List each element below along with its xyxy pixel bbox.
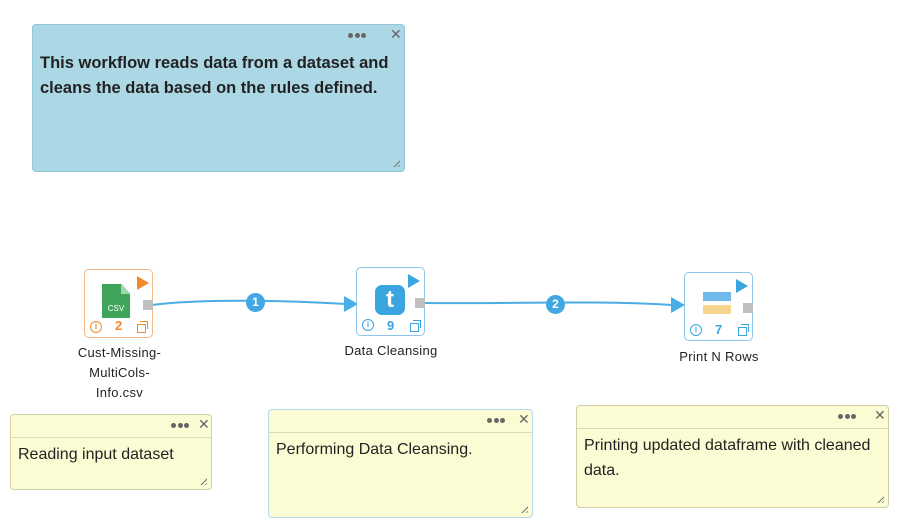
node-count: 9 <box>387 318 395 333</box>
print-rows-icon <box>703 292 731 316</box>
run-icon[interactable] <box>137 276 149 290</box>
csv-file-icon: CSV <box>102 284 130 318</box>
node-label-data-cleansing: Data Cleansing <box>344 343 438 358</box>
edge-2-arrowhead <box>671 297 685 313</box>
info-icon[interactable]: i <box>362 319 374 331</box>
more-options-icon[interactable] <box>838 414 856 420</box>
close-icon[interactable]: ✕ <box>198 417 210 433</box>
output-port[interactable] <box>743 303 753 313</box>
note-text: Performing Data Cleansing. <box>276 441 473 458</box>
resize-handle-icon[interactable] <box>875 494 884 503</box>
copy-icon[interactable] <box>137 321 148 333</box>
note-header: ✕ <box>11 415 211 438</box>
more-options-icon[interactable] <box>487 418 505 424</box>
info-icon[interactable]: i <box>90 321 102 333</box>
node-csv-reader[interactable]: CSV i 2 <box>84 269 153 338</box>
transform-icon-letter: t <box>386 286 394 313</box>
note-header: ✕ <box>269 410 532 433</box>
edge-badge-1[interactable]: 1 <box>246 293 265 312</box>
note-data-cleansing[interactable]: ✕ Performing Data Cleansing. <box>268 409 533 518</box>
close-icon[interactable]: ✕ <box>874 408 886 424</box>
note-reading-input[interactable]: ✕ Reading input dataset <box>10 414 212 490</box>
info-icon[interactable]: i <box>690 324 702 336</box>
node-label-csv-reader: Cust-Missing-MultiCols-Info.csv <box>77 345 162 400</box>
output-port[interactable] <box>143 300 153 310</box>
resize-handle-icon[interactable] <box>198 476 207 485</box>
print-rows-bottom-bar <box>703 305 731 314</box>
run-icon[interactable] <box>736 279 748 293</box>
edge-badge-2[interactable]: 2 <box>546 295 565 314</box>
note-header: ✕ <box>577 406 888 429</box>
copy-icon[interactable] <box>738 324 749 336</box>
node-count: 7 <box>715 322 723 337</box>
node-label-print-n-rows: Print N Rows <box>679 349 759 364</box>
csv-icon-label: CSV <box>107 304 125 313</box>
note-text: Reading input dataset <box>18 446 174 463</box>
note-printing-output[interactable]: ✕ Printing updated dataframe with cleane… <box>576 405 889 508</box>
resize-handle-icon[interactable] <box>519 504 528 513</box>
transform-t-icon: t <box>375 285 405 315</box>
copy-icon[interactable] <box>410 320 421 332</box>
node-count: 2 <box>115 318 123 333</box>
node-data-cleansing[interactable]: t i 9 <box>356 267 425 336</box>
run-icon[interactable] <box>408 274 420 288</box>
node-print-n-rows[interactable]: i 7 <box>684 272 753 341</box>
more-options-icon[interactable] <box>171 423 189 429</box>
close-icon[interactable]: ✕ <box>518 412 530 428</box>
output-port[interactable] <box>415 298 425 308</box>
note-text: Printing updated dataframe with cleaned … <box>584 437 871 479</box>
csv-file-corner <box>121 284 130 294</box>
print-rows-top-bar <box>703 292 731 301</box>
